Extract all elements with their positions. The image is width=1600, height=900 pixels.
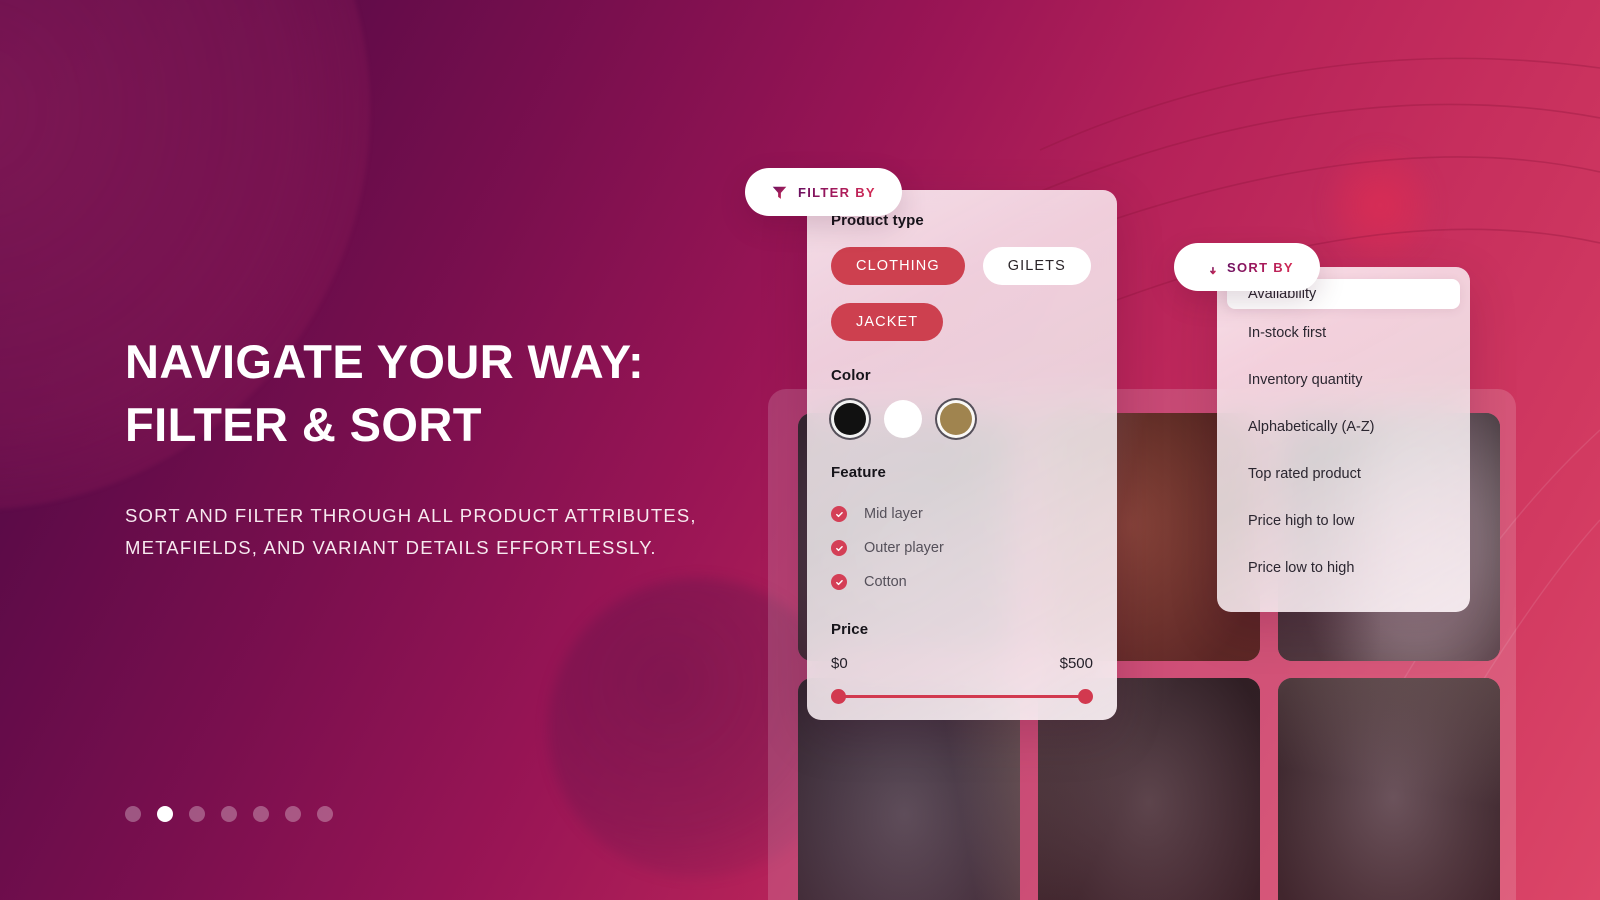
carousel-pagination[interactable] <box>125 806 333 822</box>
carousel-dot-5[interactable] <box>253 806 269 822</box>
page-title-line-2: FILTER & SORT <box>125 398 482 452</box>
color-label: Color <box>831 367 871 384</box>
page-title-line-1: NAVIGATE YOUR WAY: <box>125 335 645 388</box>
check-icon <box>831 574 847 590</box>
sort-option-alphabetically[interactable]: Alphabetically (A-Z) <box>1217 403 1470 450</box>
page-subtitle-line-2: METAFIELDS, AND VARIANT DETAILS EFFORTLE… <box>125 536 657 558</box>
color-swatch-white[interactable] <box>884 400 922 438</box>
sort-option-top-rated[interactable]: Top rated product <box>1217 450 1470 497</box>
carousel-dot-1[interactable] <box>125 806 141 822</box>
filter-by-button[interactable]: FILTER BY <box>745 168 902 216</box>
hero-copy: NAVIGATE YOUR WAY: FILTER & SORT SORT AN… <box>125 330 765 564</box>
sort-option-price-low-to-high[interactable]: Price low to high <box>1217 544 1470 591</box>
price-range-slider[interactable] <box>831 688 1093 704</box>
sort-option-price-high-to-low[interactable]: Price high to low <box>1217 497 1470 544</box>
price-range-values: $0 $500 <box>831 655 1093 672</box>
page-subtitle: SORT AND FILTER THROUGH ALL PRODUCT ATTR… <box>125 500 765 564</box>
feature-option-label: Mid layer <box>864 506 923 522</box>
color-swatch-black[interactable] <box>831 400 869 438</box>
color-swatch-tan[interactable] <box>937 400 975 438</box>
product-image-6 <box>1278 678 1500 900</box>
sort-by-label: SORT BY <box>1227 259 1294 275</box>
sort-option-in-stock-first[interactable]: In-stock first <box>1217 309 1470 356</box>
feature-option-label: Outer player <box>864 540 944 556</box>
carousel-dot-4[interactable] <box>221 806 237 822</box>
feature-option-cotton[interactable]: Cotton <box>831 565 1093 599</box>
price-min-value: $0 <box>831 655 848 672</box>
product-type-option-gilets[interactable]: GILETS <box>982 247 1091 285</box>
price-slider-handle-min[interactable] <box>831 689 846 704</box>
sort-panel: Availability In-stock first Inventory qu… <box>1217 267 1470 612</box>
sort-option-inventory-quantity[interactable]: Inventory quantity <box>1217 356 1470 403</box>
feature-options: Mid layer Outer player Cotton <box>831 497 1093 599</box>
funnel-icon <box>772 186 787 199</box>
product-type-option-jacket[interactable]: JACKET <box>831 303 944 341</box>
product-type-option-clothing[interactable]: CLOTHING <box>831 247 965 285</box>
check-icon <box>831 506 847 522</box>
color-swatches <box>831 400 1093 438</box>
page-subtitle-line-1: SORT AND FILTER THROUGH ALL PRODUCT ATTR… <box>125 504 697 526</box>
sort-descending-icon <box>1200 261 1216 274</box>
carousel-dot-3[interactable] <box>189 806 205 822</box>
carousel-dot-2[interactable] <box>157 806 173 822</box>
price-label: Price <box>831 621 869 638</box>
carousel-dot-6[interactable] <box>285 806 301 822</box>
product-type-options-row2: JACKET <box>831 303 1093 341</box>
page-stage: NAVIGATE YOUR WAY: FILTER & SORT SORT AN… <box>0 0 1600 900</box>
carousel-dot-7[interactable] <box>317 806 333 822</box>
sort-by-button[interactable]: SORT BY <box>1174 243 1320 291</box>
product-type-options: CLOTHING GILETS <box>831 247 1093 285</box>
page-title: NAVIGATE YOUR WAY: FILTER & SORT <box>125 330 765 457</box>
filter-by-label: FILTER BY <box>798 184 876 200</box>
price-max-value: $500 <box>1059 655 1093 672</box>
product-card-6[interactable] <box>1278 678 1500 900</box>
filter-panel: Product type CLOTHING GILETS JACKET Colo… <box>807 190 1117 720</box>
feature-option-label: Cotton <box>864 574 907 590</box>
feature-option-outer-player[interactable]: Outer player <box>831 531 1093 565</box>
price-slider-track <box>839 695 1085 698</box>
check-icon <box>831 540 847 556</box>
feature-option-mid-layer[interactable]: Mid layer <box>831 497 1093 531</box>
price-slider-handle-max[interactable] <box>1078 689 1093 704</box>
feature-label: Feature <box>831 464 886 481</box>
